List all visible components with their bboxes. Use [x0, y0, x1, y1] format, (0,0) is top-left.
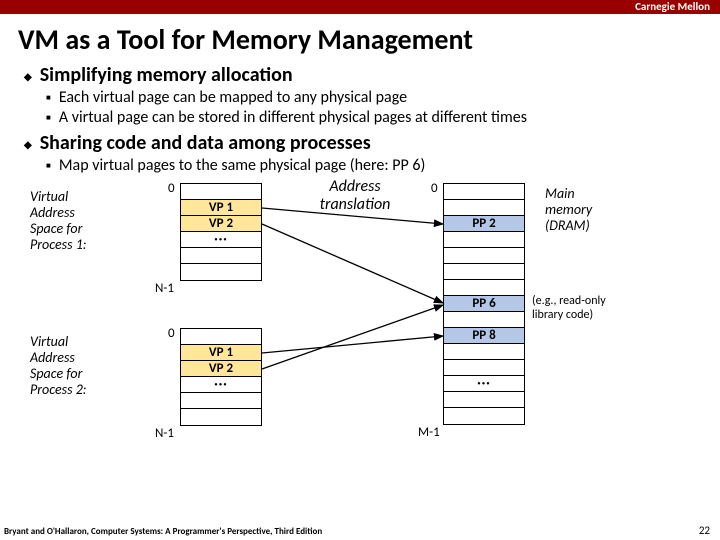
p1-vp1: VP 1: [181, 200, 261, 216]
diagram: Virtual Address Space for Process 1: 0 V…: [0, 181, 690, 471]
page-title: VM as a Tool for Memory Management: [18, 22, 720, 57]
address-translation-label: Address translation: [295, 178, 415, 213]
mm-m1: M-1: [418, 425, 440, 440]
p2-vp1: VP 1: [181, 345, 261, 361]
p2-n1: N-1: [155, 426, 174, 441]
proc1-stack: VP 1 VP 2 ···: [180, 183, 262, 281]
bullet-2a: Map virtual pages to the same physical p…: [46, 156, 720, 175]
bullet-1a: Each virtual page can be mapped to any p…: [46, 88, 720, 107]
mainmem-stack: PP 2 PP 6 PP 8 ···: [443, 183, 525, 425]
bullets: Simplifying memory allocation Each virtu…: [24, 63, 720, 175]
bullet-1b: A virtual page can be stored in differen…: [46, 108, 720, 127]
mainmem-label: Main memory (DRAM): [545, 186, 592, 234]
p1-dots: ···: [181, 232, 261, 248]
mm-zero: 0: [431, 181, 438, 196]
p2-dots: ···: [181, 377, 261, 393]
page-number: 22: [699, 524, 710, 537]
footer-citation: Bryant and O'Hallaron, Computer Systems:…: [4, 526, 322, 537]
mm-pp6: PP 6: [444, 296, 524, 312]
mm-pp2: PP 2: [444, 216, 524, 232]
readonly-note: (e.g., read-only library code): [532, 294, 606, 322]
proc2-label: Virtual Address Space for Process 2:: [30, 334, 87, 398]
p2-vp2: VP 2: [181, 361, 261, 377]
university-label: Carnegie Mellon: [635, 0, 710, 13]
p1-n1: N-1: [155, 281, 174, 296]
bullet-2: Sharing code and data among processes: [24, 131, 720, 155]
mm-dots: ···: [444, 376, 524, 392]
p2-zero: 0: [168, 326, 175, 341]
p1-zero: 0: [168, 181, 175, 196]
proc2-stack: VP 1 VP 2 ···: [180, 328, 262, 426]
bullet-1: Simplifying memory allocation: [24, 63, 720, 87]
header-bar: Carnegie Mellon: [0, 0, 720, 14]
proc1-label: Virtual Address Space for Process 1:: [30, 189, 87, 253]
mm-pp8: PP 8: [444, 328, 524, 344]
p1-vp2: VP 2: [181, 216, 261, 232]
